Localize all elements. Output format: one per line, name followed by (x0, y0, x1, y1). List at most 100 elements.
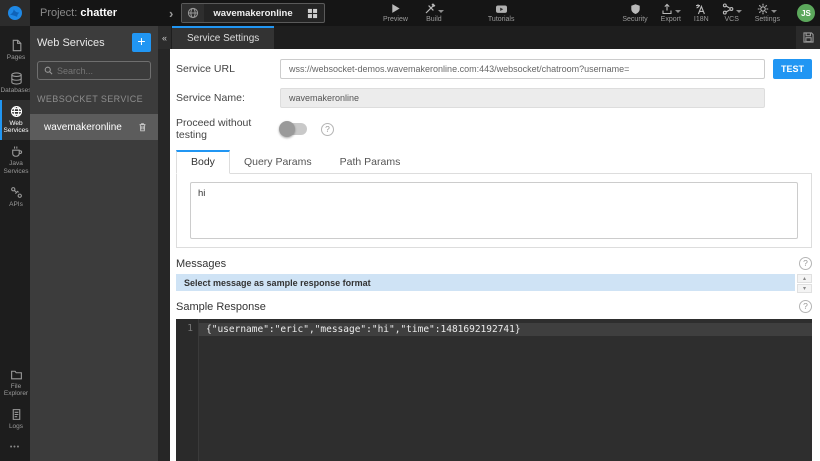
app-body: Pages Databases Web Services Java Servic… (0, 26, 820, 461)
tutorials-button[interactable]: Tutorials (488, 3, 515, 23)
grid-icon[interactable] (302, 4, 324, 22)
sidebar-item-java-services[interactable]: Java Services (0, 140, 30, 181)
sidebar-item-pages[interactable]: Pages (0, 34, 30, 67)
globe-icon (182, 4, 205, 22)
wavemaker-logo-icon (8, 6, 22, 20)
rail-label: APIs (9, 200, 23, 208)
vcs-label: VCS (724, 16, 739, 23)
export-icon (661, 3, 681, 15)
folder-icon (10, 370, 22, 379)
search-icon (44, 66, 53, 75)
search-input[interactable] (57, 65, 144, 76)
project-breadcrumb: Project: chatter (40, 7, 117, 19)
translate-icon (695, 3, 707, 15)
editor-gutter: 1 (176, 319, 199, 461)
wavemaker-logo[interactable] (0, 0, 30, 26)
collapse-panel-button[interactable]: « (158, 26, 171, 49)
more-options-icon[interactable]: ••• (0, 436, 30, 461)
toggle-knob (279, 121, 295, 137)
sample-response-header: Sample Response ? (176, 300, 812, 313)
service-search[interactable] (37, 61, 151, 80)
service-url-row: Service URL TEST (176, 59, 812, 79)
tab-query-params[interactable]: Query Params (230, 150, 326, 173)
tab-body[interactable]: Body (176, 150, 230, 174)
message-option-selected[interactable]: Select message as sample response format (176, 274, 795, 291)
project-label: Project: (40, 7, 78, 19)
i18n-button[interactable]: I18N (694, 3, 709, 23)
page-icon (12, 39, 21, 52)
logs-icon (12, 409, 20, 421)
save-button[interactable] (796, 26, 820, 49)
user-avatar[interactable]: JS (797, 4, 815, 22)
service-tab-label: wavemakeronline (213, 7, 293, 19)
play-icon (390, 3, 401, 15)
settings-button[interactable]: Settings (755, 3, 780, 23)
sidebar-item-logs[interactable]: Logs (0, 403, 30, 436)
rail-label: Web Services (3, 119, 29, 135)
code-line: {"username":"eric","message":"hi","time"… (199, 323, 812, 336)
rail-label: Java Services (3, 160, 29, 175)
chevron-down-icon (437, 10, 444, 13)
websocket-service-section-label: WEBSOCKET SERVICE (37, 94, 143, 104)
web-services-panel: Web Services + WEBSOCKET SERVICE wavemak… (30, 26, 158, 461)
sidebar-item-databases[interactable]: Databases (0, 67, 32, 100)
body-input[interactable]: hi (190, 182, 798, 239)
scroll-down-icon[interactable]: ▾ (797, 284, 812, 293)
chevron-down-icon (771, 10, 778, 13)
help-icon[interactable]: ? (321, 122, 334, 136)
topbar-actions-right: Security Export I18N VCS Settings JS (622, 0, 815, 26)
rail-bottom-group: File Explorer Logs ••• (0, 363, 30, 461)
top-bar: Project: chatter › wavemakeronline Previ… (0, 0, 820, 26)
save-icon (802, 32, 814, 43)
service-name-input (280, 88, 765, 108)
security-button[interactable]: Security (622, 3, 648, 23)
export-button[interactable]: Export (661, 3, 681, 23)
scroll-up-icon[interactable]: ▴ (797, 274, 812, 283)
add-service-button[interactable]: + (132, 33, 151, 52)
service-list-item[interactable]: wavemakeronline (30, 114, 158, 140)
security-label: Security (622, 16, 648, 23)
editor-tab-bar: « Service Settings (158, 26, 820, 49)
messages-header: Messages ? (176, 257, 812, 270)
left-icon-rail: Pages Databases Web Services Java Servic… (0, 26, 32, 461)
main-area: « Service Settings Service URL TEST Serv… (158, 26, 820, 461)
sidebar-item-apis[interactable]: APIs (0, 181, 30, 214)
project-name: chatter (80, 7, 118, 19)
preview-button[interactable]: Preview (383, 3, 408, 23)
api-icon (10, 186, 22, 198)
delete-service-icon[interactable] (137, 121, 148, 133)
open-service-tab[interactable]: wavemakeronline (181, 3, 325, 23)
service-url-input[interactable] (280, 59, 765, 79)
preview-label: Preview (383, 16, 408, 23)
messages-list: Select message as sample response format… (176, 274, 812, 293)
proceed-without-testing-label: Proceed without testing (176, 117, 252, 141)
request-tabs: Body Query Params Path Params (176, 150, 812, 174)
vcs-button[interactable]: VCS (722, 3, 742, 23)
gear-icon (757, 3, 778, 15)
proceed-row: Proceed without testing ? (176, 117, 812, 141)
messages-title: Messages (176, 257, 227, 270)
rail-label: File Explorer (3, 382, 29, 398)
editor-code-area: {"username":"eric","message":"hi","time"… (199, 319, 812, 461)
sample-response-editor[interactable]: 1 {"username":"eric","message":"hi","tim… (176, 319, 812, 461)
test-button[interactable]: TEST (773, 59, 812, 79)
service-name-row: Service Name: (176, 88, 812, 108)
sidebar-item-web-services[interactable]: Web Services (0, 99, 30, 141)
youtube-icon (495, 3, 508, 15)
database-icon (10, 72, 22, 85)
shield-icon (630, 3, 641, 15)
rail-label: Pages (6, 54, 26, 61)
sidebar-item-file-explorer[interactable]: File Explorer (0, 363, 30, 404)
panel-title: Web Services (37, 36, 105, 49)
help-icon[interactable]: ? (799, 257, 812, 270)
panel-header: Web Services + (37, 33, 151, 52)
tab-service-settings[interactable]: Service Settings (172, 26, 275, 49)
help-icon[interactable]: ? (799, 300, 812, 313)
tab-path-params[interactable]: Path Params (326, 150, 415, 173)
chevron-down-icon (735, 10, 742, 13)
proceed-toggle[interactable] (279, 121, 307, 137)
rail-label: Logs (8, 423, 24, 431)
build-icon (424, 3, 444, 15)
service-settings-content: Service URL TEST Service Name: Proceed w… (170, 49, 820, 461)
build-button[interactable]: Build (424, 3, 444, 23)
